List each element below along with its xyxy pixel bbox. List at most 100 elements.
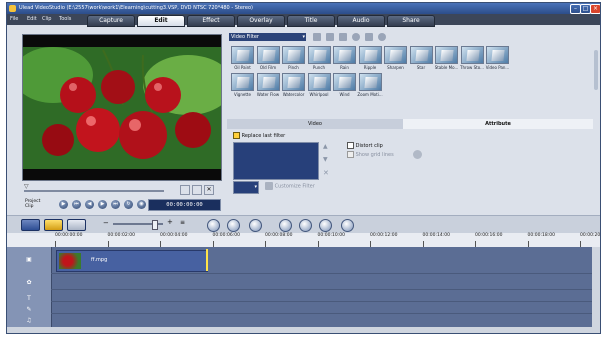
filter-tile[interactable]: Oil Paint xyxy=(231,46,254,71)
library-panel: Video Filter ▾ Oil Paint Old Film Pinch Pun… xyxy=(227,30,599,116)
add-folder-icon[interactable] xyxy=(313,33,321,41)
overlay-track[interactable] xyxy=(51,273,592,290)
filter-tile[interactable]: Star xyxy=(409,46,433,71)
video-clip[interactable]: ff.mpg xyxy=(56,250,208,272)
home-button[interactable]: ⏮ xyxy=(72,200,81,209)
filter-cube-icon xyxy=(338,50,352,61)
menu-bar: File Edit Clip Tools Capture Edit Effect… xyxy=(7,14,600,27)
filter-cube-icon xyxy=(389,50,403,61)
remove-filter-icon[interactable]: ✕ xyxy=(323,169,329,177)
project-clip-switch[interactable]: Project Clip xyxy=(25,199,55,211)
tab-overlay[interactable]: Overlay xyxy=(237,15,285,27)
menu-file[interactable]: File xyxy=(10,14,18,25)
volume-button[interactable]: ◉ xyxy=(137,200,146,209)
tab-title[interactable]: Title xyxy=(287,15,335,27)
delete-icon[interactable] xyxy=(326,33,334,41)
filter-thumbnail xyxy=(282,46,305,64)
sort-icon[interactable] xyxy=(352,33,360,41)
cut-icon[interactable]: ✕ xyxy=(204,185,214,195)
music-track[interactable] xyxy=(51,313,592,328)
zoom-slider-thumb[interactable] xyxy=(152,220,158,230)
customize-filter-button[interactable]: Customize Filter xyxy=(265,182,315,190)
previous-frame-button[interactable]: ◀ xyxy=(85,200,94,209)
applied-filters-list[interactable] xyxy=(233,142,319,180)
distort-clip-checkbox[interactable]: Distort clip xyxy=(347,142,383,149)
expand-icon[interactable] xyxy=(378,33,386,41)
music-track-icon[interactable]: ♫ xyxy=(21,315,37,327)
filter-thumbnail xyxy=(460,46,484,64)
chapter-point-icon[interactable] xyxy=(341,219,354,232)
filter-tile[interactable]: Whirlpool xyxy=(307,73,331,98)
undo-icon[interactable] xyxy=(249,219,262,232)
fit-project-icon[interactable]: ≡ xyxy=(180,219,185,226)
filter-tile[interactable]: Water Flow xyxy=(256,73,280,98)
move-down-icon[interactable]: ▼ xyxy=(323,156,328,163)
filter-tile[interactable]: Video Pan... xyxy=(486,46,509,71)
menu-edit[interactable]: Edit xyxy=(27,14,37,25)
menu-tools[interactable]: Tools xyxy=(59,14,71,25)
close-button[interactable]: × xyxy=(590,4,600,14)
video-track-icon[interactable]: ▣ xyxy=(21,254,37,266)
filter-tile[interactable]: Rain xyxy=(333,46,356,71)
replace-last-filter-checkbox[interactable]: Replace last filter xyxy=(233,132,285,139)
menu-clip[interactable]: Clip xyxy=(42,14,51,25)
filter-tile[interactable]: Vignette xyxy=(231,73,254,98)
filter-thumbnail xyxy=(333,73,356,91)
filter-tile[interactable]: Wind xyxy=(333,73,356,98)
smart-proxy-icon[interactable] xyxy=(227,219,240,232)
library-dropdown[interactable]: Video Filter ▾ xyxy=(229,33,306,41)
filter-tile[interactable]: Ripple xyxy=(358,46,382,71)
app-window: Ulead VideoStudio (E:\2557\work\work1\El… xyxy=(6,2,601,334)
mark-out-icon[interactable] xyxy=(192,185,202,195)
scrubber-track[interactable] xyxy=(24,190,164,192)
tab-capture[interactable]: Capture xyxy=(87,15,135,27)
repeat-button[interactable]: ↻ xyxy=(124,200,133,209)
tab-video-label: Video xyxy=(307,121,322,127)
filter-tile[interactable]: Watercolor xyxy=(282,73,305,98)
grid-settings-icon[interactable] xyxy=(413,150,422,159)
record-capture-icon[interactable] xyxy=(279,219,292,232)
filter-tile[interactable]: Throw Sto... xyxy=(460,46,484,71)
play-button[interactable]: ▶ xyxy=(59,200,68,209)
filter-tile[interactable]: Punch xyxy=(307,46,331,71)
tab-effect[interactable]: Effect xyxy=(187,15,235,27)
library-scrollbar[interactable] xyxy=(594,50,598,90)
filter-preset-dropdown[interactable]: ▾ xyxy=(233,181,259,194)
filter-tile[interactable]: Pinch xyxy=(282,46,305,71)
mark-in-icon[interactable] xyxy=(180,185,190,195)
show-grid-lines-checkbox[interactable]: Show grid lines xyxy=(347,151,394,158)
audio-mixer-icon[interactable] xyxy=(299,219,312,232)
filter-thumbnail xyxy=(358,46,382,64)
zoom-in-icon[interactable]: + xyxy=(167,218,173,226)
ruler-tick-label: 00:00:18:00 xyxy=(527,233,555,238)
options-panel: Video Attribute Replace last filter ▲ ▼ … xyxy=(227,119,600,211)
track-manager-icon[interactable] xyxy=(319,219,332,232)
zoom-out-icon[interactable]: − xyxy=(103,219,109,227)
filter-tile[interactable]: Old Film xyxy=(256,46,280,71)
timeline-ruler[interactable]: 00:00:00:00 00:00:02:00 00:00:04:00 00:00:0… xyxy=(7,233,600,248)
timecode-display[interactable]: 00:00:00:00 xyxy=(148,199,221,211)
timeline-view-button[interactable] xyxy=(44,219,63,231)
tab-video[interactable]: Video xyxy=(227,119,403,129)
clip-end-marker[interactable] xyxy=(206,249,208,271)
storyboard-view-button[interactable] xyxy=(21,219,40,231)
thumbnail-view-icon[interactable] xyxy=(365,33,373,41)
scrubber-handle-icon[interactable]: ▽ xyxy=(24,183,29,190)
move-up-icon[interactable]: ▲ xyxy=(323,143,328,150)
tab-audio[interactable]: Audio xyxy=(337,15,385,27)
library-manager-icon[interactable] xyxy=(339,33,347,41)
timeline-vertical-scrollbar[interactable] xyxy=(592,247,600,327)
filter-tile[interactable]: Stable Mo... xyxy=(435,46,458,71)
tab-attribute[interactable]: Attribute xyxy=(403,119,593,129)
tab-edit[interactable]: Edit xyxy=(137,15,185,27)
audio-view-button[interactable] xyxy=(67,219,86,231)
overlay-track-icon[interactable]: ✿ xyxy=(21,277,37,289)
end-button[interactable]: ⏭ xyxy=(111,200,120,209)
insert-media-icon[interactable] xyxy=(207,219,220,232)
tab-share[interactable]: Share xyxy=(387,15,435,27)
filter-tile[interactable]: Zoom Moti... xyxy=(357,73,383,98)
next-frame-button[interactable]: ▶ xyxy=(98,200,107,209)
filter-tile[interactable]: Sharpen xyxy=(384,46,407,71)
checkbox-checked-icon xyxy=(233,132,240,139)
timeline-horizontal-scrollbar[interactable] xyxy=(7,327,600,333)
